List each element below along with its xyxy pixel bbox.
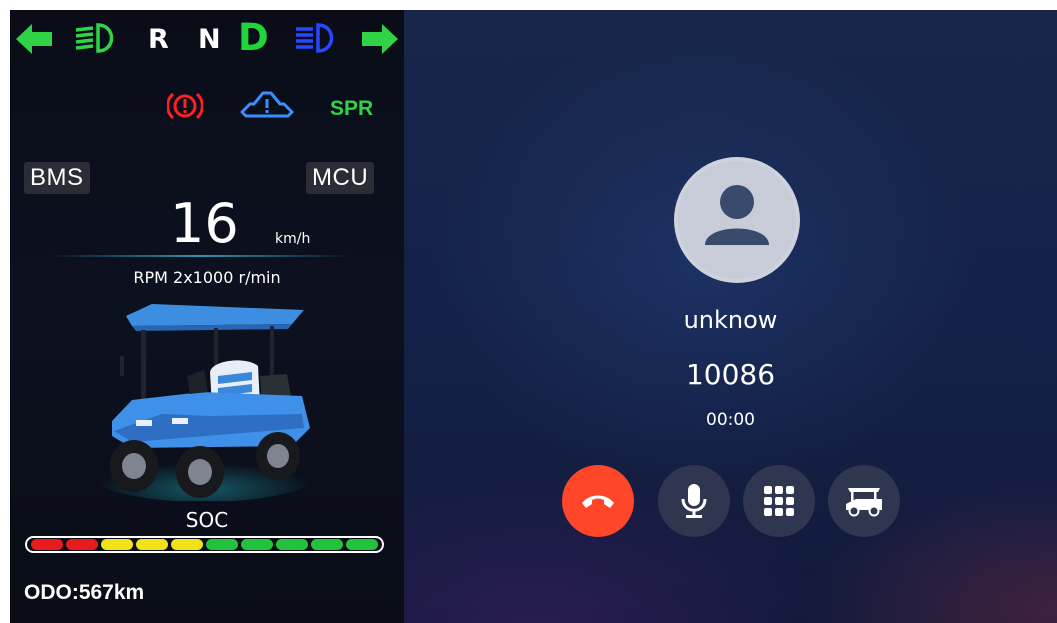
speed-value: 16	[170, 192, 239, 255]
phone-call-panel: unknow 10086 00:00	[404, 10, 1057, 623]
arrow-left-icon	[16, 24, 52, 54]
cart-button[interactable]	[828, 465, 900, 537]
soc-segment	[171, 539, 203, 550]
soc-segment	[241, 539, 273, 550]
microphone-button[interactable]	[658, 465, 730, 537]
caller-name: unknow	[683, 306, 778, 334]
speed-divider	[50, 255, 350, 257]
hang-up-button[interactable]	[562, 465, 634, 537]
high-beam-icon	[296, 23, 334, 53]
arrow-right-icon	[362, 24, 398, 54]
vehicle-fault-icon	[240, 91, 294, 118]
soc-segment	[66, 539, 98, 550]
person-icon	[705, 185, 769, 245]
gear-d-indicator: D	[238, 16, 269, 59]
soc-battery-bar	[25, 536, 384, 553]
bms-button[interactable]: BMS	[24, 162, 90, 194]
soc-segment	[206, 539, 238, 550]
soc-label: SOC	[185, 508, 229, 532]
keypad-icon	[764, 486, 794, 516]
low-beam-icon	[75, 23, 114, 53]
contact-avatar	[674, 157, 800, 283]
instrument-cluster: R N D SPR BMS MCU 16 km/h RPM 2x1000 r/m…	[10, 10, 404, 623]
mcu-button[interactable]: MCU	[306, 162, 375, 194]
phone-hangup-icon	[582, 495, 614, 508]
caller-number: 10086	[685, 358, 776, 391]
soc-segment	[346, 539, 378, 550]
spr-indicator: SPR	[330, 97, 374, 120]
dashboard-screen: R N D SPR BMS MCU 16 km/h RPM 2x1000 r/m…	[10, 10, 1057, 623]
rpm-readout: RPM 2x1000 r/min	[133, 268, 281, 287]
soc-segment	[276, 539, 308, 550]
golf-cart-icon	[846, 488, 882, 517]
speed-unit: km/h	[275, 231, 311, 247]
gear-r-indicator: R	[148, 24, 169, 55]
soc-segment	[136, 539, 168, 550]
odometer: ODO:567km	[24, 581, 145, 604]
soc-segment	[311, 539, 343, 550]
keypad-button[interactable]	[743, 465, 815, 537]
golf-cart-image	[94, 304, 314, 501]
gear-n-indicator: N	[198, 24, 221, 55]
microphone-icon	[681, 484, 707, 518]
soc-segment	[101, 539, 133, 550]
parking-brake-icon	[167, 92, 203, 120]
call-duration: 00:00	[706, 410, 755, 430]
soc-segment	[31, 539, 63, 550]
